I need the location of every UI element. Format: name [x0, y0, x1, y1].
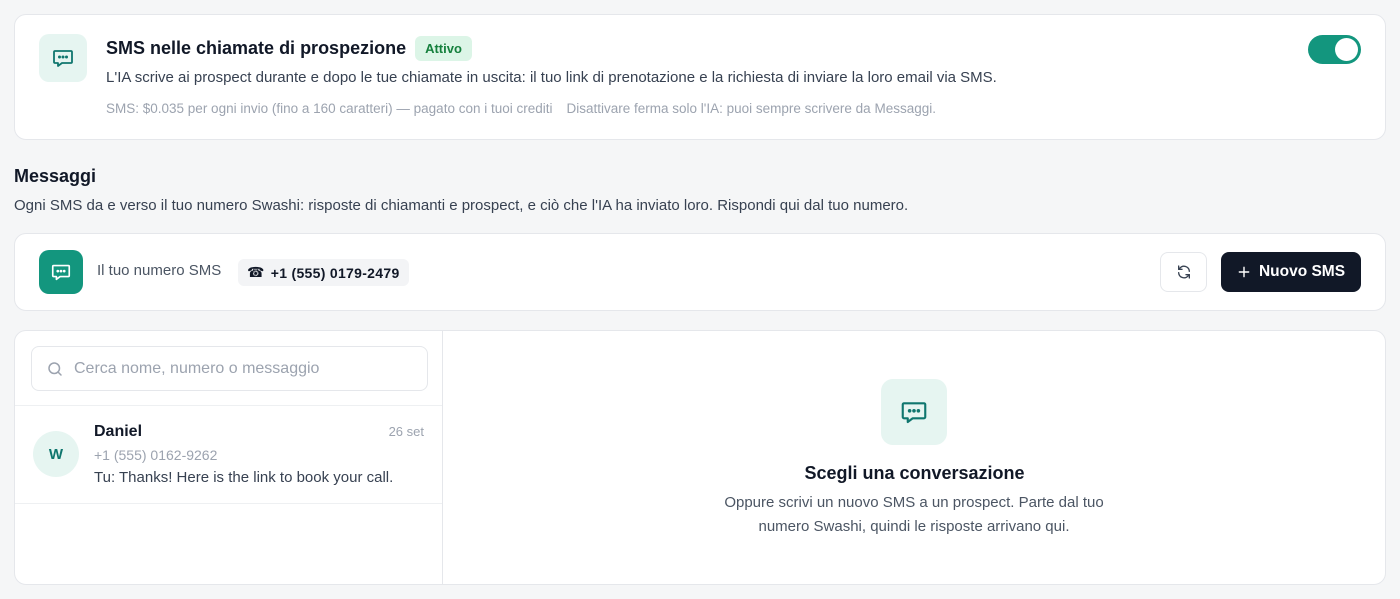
- ai-sms-icon-tile: [39, 34, 87, 82]
- avatar: W: [33, 431, 79, 477]
- messages-section-title: Messaggi: [14, 166, 97, 186]
- ai-sms-toggle[interactable]: [1308, 35, 1361, 64]
- ai-sms-title: SMS nelle chiamate di prospezione: [106, 38, 407, 58]
- empty-state: Scegli una conversazione Oppure scrivi u…: [444, 331, 1385, 584]
- sms-number-label: Il tuo numero SMS: [97, 262, 222, 279]
- sms-number-value: +1 (555) 0179-2479: [270, 264, 400, 281]
- toggle-knob: [1335, 38, 1358, 61]
- disable-note: Disattivare ferma solo l'IA: puoi sempre…: [566, 101, 936, 116]
- ai-sms-description: L'IA scrive ai prospect durante e dopo l…: [106, 69, 997, 86]
- conversation-item[interactable]: W Daniel 26 set +1 (555) 0162-9262 Tu: T…: [15, 406, 442, 504]
- refresh-icon: [1177, 265, 1190, 279]
- search-input[interactable]: [74, 359, 404, 378]
- chat-bubble-icon: [901, 402, 927, 424]
- ai-sms-card: SMS nelle chiamate di prospezione Attivo…: [14, 14, 1386, 140]
- empty-state-icon-tile: [881, 379, 947, 445]
- new-sms-label: Nuovo SMS: [1258, 263, 1346, 280]
- refresh-button[interactable]: [1160, 252, 1207, 292]
- conversation-name: Daniel: [94, 423, 143, 440]
- new-sms-button[interactable]: Nuovo SMS: [1221, 252, 1361, 292]
- conversation-phone: +1 (555) 0162-9262: [94, 447, 218, 463]
- chat-bubble-icon: [53, 50, 73, 67]
- search-icon: [48, 361, 62, 376]
- conversation-list: W Daniel 26 set +1 (555) 0162-9262 Tu: T…: [15, 331, 443, 584]
- chat-bubble-icon: [51, 264, 71, 281]
- ai-sms-meta: SMS: $0.035 per ogni invio (fino a 160 c…: [106, 101, 936, 116]
- sms-number-chip: ☎ +1 (555) 0179-2479: [238, 259, 409, 286]
- conversation-preview: Tu: Thanks! Here is the link to book you…: [94, 469, 394, 486]
- sms-inbox: W Daniel 26 set +1 (555) 0162-9262 Tu: T…: [14, 330, 1386, 585]
- ai-sms-title-row: SMS nelle chiamate di prospezione Attivo: [106, 36, 472, 61]
- pricing-note: SMS: $0.035 per ogni invio (fino a 160 c…: [106, 101, 553, 116]
- search-box[interactable]: [31, 346, 428, 391]
- empty-state-title: Scegli una conversazione: [804, 463, 1025, 483]
- empty-state-description: Oppure scrivi un nuovo SMS a un prospect…: [724, 494, 1104, 535]
- status-badge: Attivo: [415, 36, 472, 61]
- sms-number-bar: Il tuo numero SMS ☎ +1 (555) 0179-2479 N…: [14, 233, 1386, 311]
- conversation-date: 26 set: [388, 424, 424, 439]
- plus-icon: [1238, 266, 1250, 278]
- sms-number-icon-tile: [39, 250, 83, 294]
- phone-icon: ☎: [247, 264, 265, 280]
- messages-section-description: Ogni SMS da e verso il tuo numero Swashi…: [14, 197, 909, 214]
